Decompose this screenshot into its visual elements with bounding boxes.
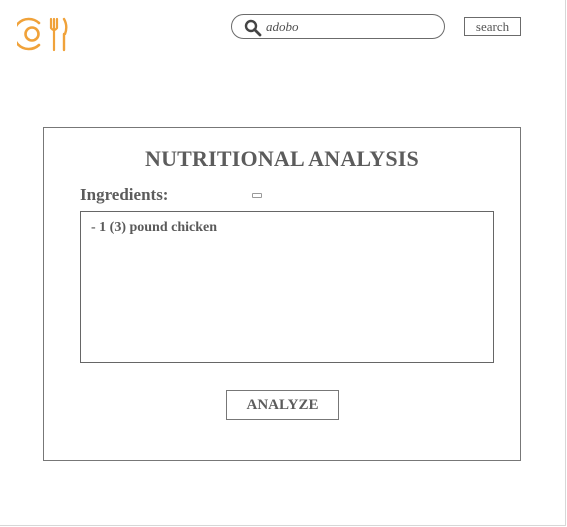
ingredient-line: - 1 (3) pound chicken — [91, 220, 218, 235]
search-input[interactable] — [266, 18, 436, 36]
ingredients-textarea[interactable]: - 1 (3) pound chicken — [80, 211, 494, 363]
page-title: NUTRITIONAL ANALYSIS — [144, 146, 419, 171]
search-button[interactable]: search — [464, 17, 521, 36]
search-icon[interactable] — [244, 19, 262, 37]
plate-fork-knife-icon[interactable] — [12, 15, 69, 53]
nutrition-panel: NUTRITIONAL ANALYSIS Ingredients: - 1 (3… — [43, 127, 521, 461]
search-bar — [231, 14, 445, 39]
analyze-button[interactable]: ANALYZE — [226, 390, 339, 420]
ingredients-label: Ingredients: — [80, 185, 169, 204]
resize-handle — [252, 193, 262, 198]
